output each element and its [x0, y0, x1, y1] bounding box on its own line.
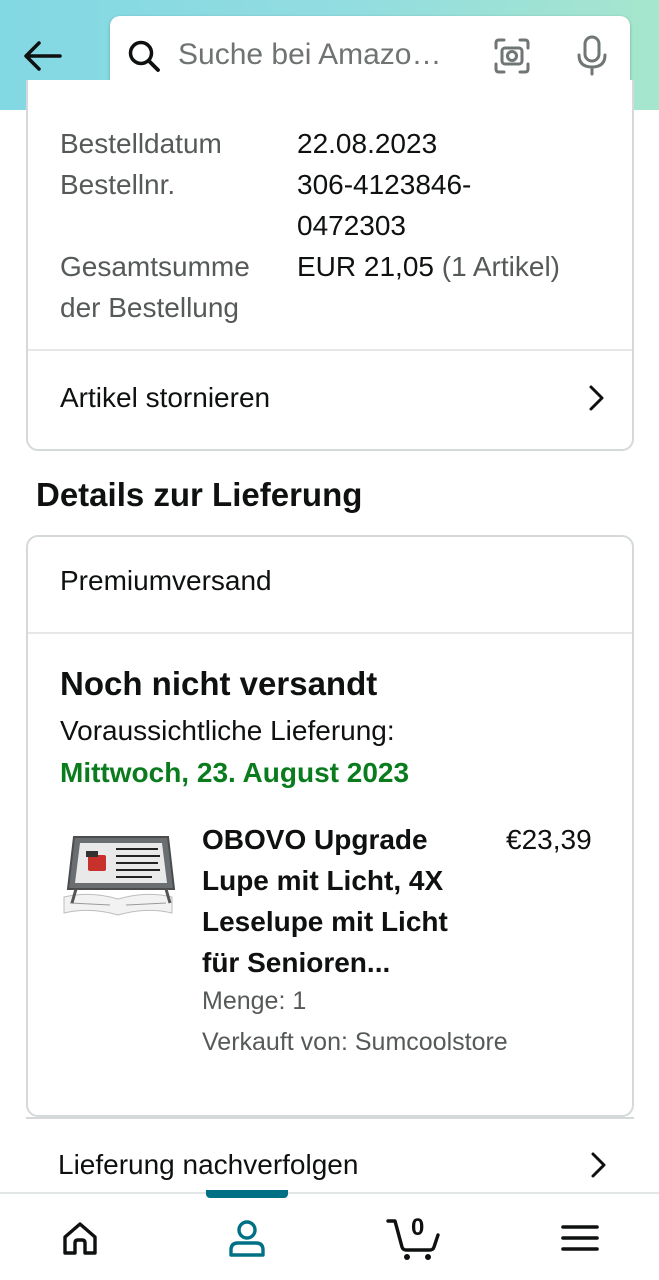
- track-delivery-label: Lieferung nachverfolgen: [58, 1149, 359, 1180]
- back-button[interactable]: [18, 32, 66, 80]
- product-title-line: Leselupe mit Licht: [202, 906, 448, 937]
- delivery-card: Premiumversand Noch nicht versandt Vorau…: [26, 535, 634, 1117]
- order-total-count: (1 Artikel): [441, 251, 560, 282]
- order-summary-card: Bestelldatum 22.08.2023 Bestellnr. 306-4…: [26, 80, 634, 451]
- shipment-status: Noch nicht versandt: [60, 665, 378, 702]
- product-seller: Verkauft von: Sumcoolstore: [202, 1028, 508, 1056]
- eta-label: Voraussichtliche Lieferung:: [60, 715, 395, 746]
- cancel-item-label: Artikel stornieren: [60, 382, 271, 413]
- page: Bestelldatum 22.08.2023 Bestellnr. 306-4…: [0, 0, 659, 1280]
- nav-account[interactable]: [217, 1212, 277, 1264]
- product-quantity: Menge: 1: [202, 987, 307, 1015]
- order-number-value-line2: 0472303: [297, 210, 407, 241]
- search-input[interactable]: [178, 34, 468, 76]
- arrow-left-icon: [24, 41, 62, 71]
- order-date-value: 22.08.2023: [297, 128, 438, 159]
- order-total-amount: EUR 21,05: [297, 251, 434, 282]
- product-title-line: für Senioren...: [202, 947, 391, 978]
- divider: [26, 1117, 634, 1119]
- delivery-section-title: Details zur Lieferung: [36, 476, 363, 513]
- cart-count: 0: [411, 1214, 425, 1241]
- camera-scan-icon[interactable]: [492, 36, 532, 76]
- divider: [28, 632, 632, 634]
- cancel-item-link[interactable]: Artikel stornieren: [28, 370, 632, 426]
- order-total-value: EUR 21,05 (1 Artikel): [297, 246, 560, 287]
- product-price: €23,39: [506, 824, 592, 855]
- account-icon: [229, 1220, 265, 1257]
- chevron-right-icon: [591, 1152, 606, 1178]
- order-number-value-line1: 306-4123846-: [297, 169, 472, 200]
- order-date-label: Bestelldatum: [60, 128, 222, 159]
- order-total-label-line1: Gesamtsumme: [60, 251, 250, 282]
- menu-icon: [561, 1225, 599, 1251]
- product-image[interactable]: [60, 829, 176, 925]
- product-title[interactable]: OBOVO Upgrade Lupe mit Licht, 4X Leselup…: [202, 819, 482, 983]
- product-title-line: OBOVO Upgrade: [202, 824, 428, 855]
- order-number-label: Bestellnr.: [60, 169, 176, 200]
- eta-date: Mittwoch, 23. August 2023: [60, 757, 410, 788]
- track-delivery-link[interactable]: Lieferung nachverfolgen: [26, 1140, 634, 1190]
- bottom-navigation: 0: [0, 1190, 659, 1280]
- divider: [28, 349, 632, 351]
- nav-cart[interactable]: 0: [383, 1212, 443, 1264]
- nav-home[interactable]: [50, 1212, 110, 1264]
- nav-menu[interactable]: [550, 1212, 610, 1264]
- search-icon: [128, 40, 160, 72]
- order-total-label-line2: der Bestellung: [60, 292, 240, 323]
- active-tab-indicator: [206, 1190, 288, 1198]
- home-icon: [63, 1222, 97, 1255]
- microphone-icon[interactable]: [572, 34, 612, 76]
- product-title-line: Lupe mit Licht, 4X: [202, 865, 444, 896]
- shipping-method: Premiumversand: [60, 565, 272, 596]
- chevron-right-icon: [589, 385, 604, 411]
